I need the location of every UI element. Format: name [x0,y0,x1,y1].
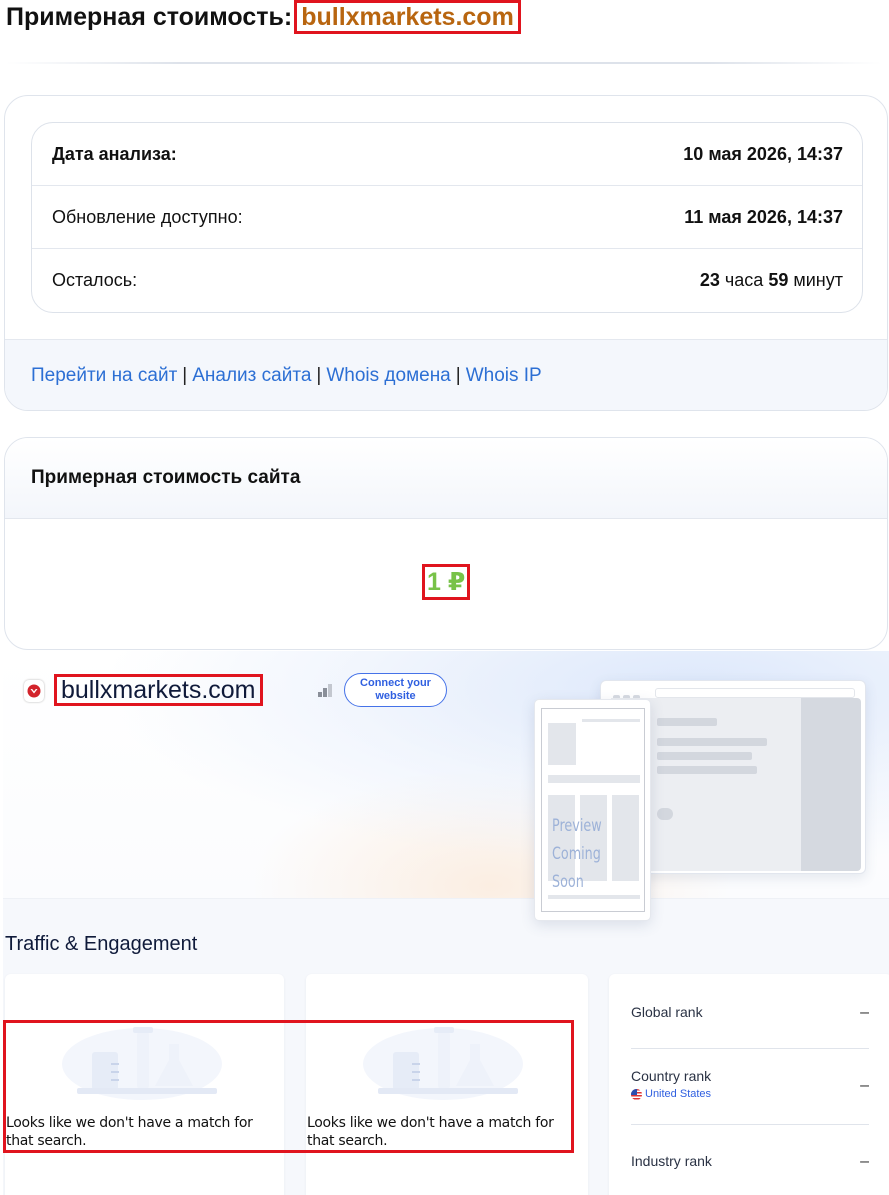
no-match-highlight [3,1020,574,1153]
time-remaining-label: Осталось: [52,270,138,290]
page-title-domain: bullxmarkets.com [294,0,521,34]
traffic-widget: bullxmarkets.com Connect your website Pr… [3,651,889,1195]
country-link[interactable]: United States [631,1088,869,1100]
update-available-row: Обновление доступно: 11 мая 2026, 14:37 [32,186,862,249]
site-favicon-icon [24,680,44,702]
whois-domain-link[interactable]: Whois домена [326,365,450,387]
remaining-hours-unit: часа [724,270,764,290]
traffic-engagement-title: Traffic & Engagement [5,933,198,955]
rank-panel: Global rank – Country rank – United Stat… [609,974,889,1195]
country-rank-row: Country rank – United States [631,1068,869,1100]
analysis-table: Дата анализа: 10 мая 2026, 14:37 Обновле… [31,122,863,313]
goto-site-link[interactable]: Перейти на сайт [31,365,177,387]
analysis-card: Дата анализа: 10 мая 2026, 14:37 Обновле… [4,95,888,411]
global-rank-label: Global rank [631,1004,703,1020]
valuation-heading: Примерная стоимость сайта [5,438,887,519]
rank-divider [631,1124,869,1125]
title-divider [6,62,882,64]
link-separator: | [316,365,322,386]
global-rank-value: – [860,1004,869,1021]
industry-rank-value: – [860,1153,869,1170]
remaining-minutes-unit: минут [793,270,843,290]
remaining-hours: 23 [699,270,720,290]
link-separator: | [182,365,188,386]
update-available-value: 11 мая 2026, 14:37 [684,206,843,227]
analysis-date-value: 10 мая 2026, 14:37 [683,143,843,164]
country-rank-label: Country rank [631,1068,712,1084]
page-title-prefix: Примерная стоимость: [6,3,293,31]
analysis-date-label: Дата анализа: [52,143,177,164]
link-separator: | [455,365,461,386]
signal-bars-icon [318,683,334,702]
industry-rank-label: Industry rank [631,1153,712,1169]
us-flag-icon [631,1088,642,1100]
preview-coming-soon-text: Preview Coming Soon [552,816,602,892]
analysis-date-row: Дата анализа: 10 мая 2026, 14:37 [32,123,862,186]
widget-site-name: bullxmarkets.com [54,674,263,706]
rank-divider [631,1048,869,1049]
page-title: Примерная стоимость: bullxmarkets.com [6,0,521,34]
global-rank-row: Global rank – [631,1004,869,1021]
industry-rank-row: Industry rank – [631,1153,869,1170]
site-analysis-link[interactable]: Анализ сайта [192,365,311,387]
valuation-card: Примерная стоимость сайта 1 ₽ [4,437,888,650]
update-available-label: Обновление доступно: [52,206,243,227]
remaining-minutes: 59 [768,270,789,290]
country-name: United States [645,1088,712,1100]
country-rank-value: – [860,1077,869,1094]
site-links-bar: Перейти на сайт | Анализ сайта | Whois д… [5,339,887,410]
price-value: 1 ₽ [422,564,471,600]
time-remaining-row: Осталось: 23 часа 59 минут [32,249,862,312]
whois-ip-link[interactable]: Whois IP [466,365,542,387]
preview-page-illustration: Preview Coming Soon [534,699,651,921]
time-remaining-value: 23 часа 59 минут [700,270,843,291]
connect-website-button[interactable]: Connect your website [344,673,447,707]
widget-hero: bullxmarkets.com Connect your website Pr… [3,651,889,921]
